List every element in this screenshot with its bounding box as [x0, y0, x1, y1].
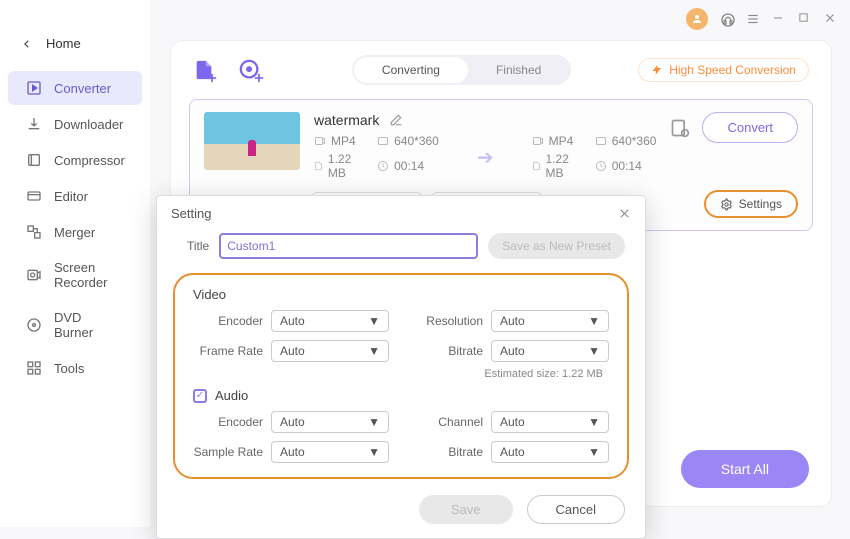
home-label: Home — [46, 36, 81, 51]
clock-icon — [377, 160, 389, 172]
high-speed-label: High Speed Conversion — [669, 63, 796, 77]
sidebar-item-label: Downloader — [54, 117, 123, 132]
editor-icon — [26, 188, 42, 204]
gear-icon — [720, 198, 733, 211]
source-specs: MP4 640*360 1.22 MB 00:14 — [314, 134, 439, 180]
recorder-icon — [26, 267, 42, 283]
edit-title-icon[interactable] — [389, 113, 403, 127]
modal-close-button[interactable] — [618, 207, 631, 220]
video-framerate-select[interactable]: Auto▼ — [271, 340, 389, 362]
sidebar-item-label: Merger — [54, 225, 95, 240]
sidebar-item-dvd-burner[interactable]: DVD Burner — [8, 301, 142, 349]
audio-samplerate-select[interactable]: Auto▼ — [271, 441, 389, 463]
downloader-icon — [26, 116, 42, 132]
video-encoder-select[interactable]: Auto▼ — [271, 310, 389, 332]
status-tabs: Converting Finished — [352, 55, 571, 85]
modal-save-button[interactable]: Save — [419, 495, 513, 524]
close-button[interactable] — [824, 12, 838, 26]
title-label: Title — [187, 239, 209, 253]
audio-channel-select[interactable]: Auto▼ — [491, 411, 609, 433]
modal-title: Setting — [171, 206, 211, 221]
sidebar-item-label: Tools — [54, 361, 84, 376]
tab-converting[interactable]: Converting — [354, 57, 468, 83]
high-speed-badge[interactable]: High Speed Conversion — [638, 58, 809, 82]
preset-title-input[interactable] — [219, 233, 478, 259]
sidebar-item-merger[interactable]: Merger — [8, 215, 142, 249]
sidebar-item-label: Converter — [54, 81, 111, 96]
settings-modal: Setting Title Save as New Preset Video E… — [156, 195, 646, 539]
add-disc-button[interactable] — [239, 59, 261, 81]
video-section-title: Video — [193, 287, 609, 302]
file-icon — [314, 160, 323, 172]
audio-bitrate-select[interactable]: Auto▼ — [491, 441, 609, 463]
target-specs: MP4 640*360 1.22 MB 00:14 — [532, 134, 657, 180]
minimize-button[interactable] — [772, 12, 786, 26]
maximize-button[interactable] — [798, 12, 812, 26]
converter-icon — [26, 80, 42, 96]
sidebar-item-screen-recorder[interactable]: Screen Recorder — [8, 251, 142, 299]
support-icon[interactable] — [720, 12, 734, 26]
resolution-icon — [377, 135, 389, 147]
add-file-button[interactable] — [193, 59, 215, 81]
settings-button[interactable]: Settings — [704, 190, 798, 218]
compressor-icon — [26, 152, 42, 168]
output-format-button[interactable] — [670, 118, 690, 138]
audio-enable-checkbox[interactable]: ✓ — [193, 389, 207, 403]
lightning-icon — [651, 64, 663, 76]
user-avatar[interactable] — [686, 8, 708, 30]
modal-cancel-button[interactable]: Cancel — [527, 495, 625, 524]
video-resolution-select[interactable]: Auto▼ — [491, 310, 609, 332]
sidebar-item-tools[interactable]: Tools — [8, 351, 142, 385]
arrow-icon: ➔ — [477, 145, 494, 170]
task-title: watermark — [314, 112, 379, 128]
dvd-icon — [26, 317, 42, 333]
sidebar-item-editor[interactable]: Editor — [8, 179, 142, 213]
save-preset-button[interactable]: Save as New Preset — [488, 233, 625, 259]
start-all-button[interactable]: Start All — [681, 450, 809, 488]
merger-icon — [26, 224, 42, 240]
chevron-left-icon — [22, 37, 32, 51]
tools-icon — [26, 360, 42, 376]
video-bitrate-select[interactable]: Auto▼ — [491, 340, 609, 362]
sidebar-item-label: Editor — [54, 189, 88, 204]
sidebar-item-downloader[interactable]: Downloader — [8, 107, 142, 141]
task-thumbnail[interactable] — [204, 112, 300, 170]
estimated-size: Estimated size: 1.22 MB — [413, 368, 609, 380]
convert-button[interactable]: Convert — [702, 112, 798, 143]
sidebar-item-label: Compressor — [54, 153, 125, 168]
sidebar-item-label: Screen Recorder — [54, 260, 124, 290]
sidebar-item-label: DVD Burner — [54, 310, 124, 340]
sidebar-item-compressor[interactable]: Compressor — [8, 143, 142, 177]
audio-encoder-select[interactable]: Auto▼ — [271, 411, 389, 433]
video-icon — [314, 135, 326, 147]
sidebar-item-converter[interactable]: Converter — [8, 71, 142, 105]
tab-finished[interactable]: Finished — [468, 57, 569, 83]
home-link[interactable]: Home — [0, 28, 150, 69]
menu-icon[interactable] — [746, 12, 760, 26]
